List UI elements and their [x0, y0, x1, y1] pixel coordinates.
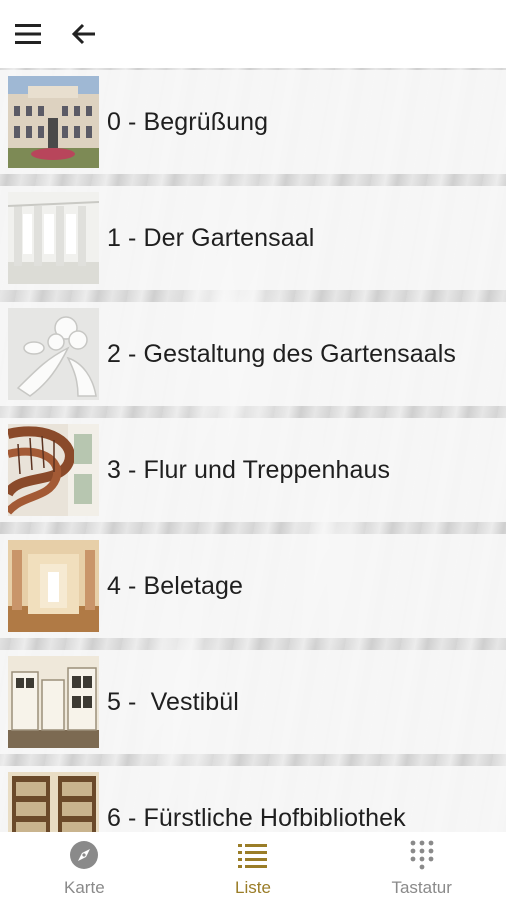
list-item[interactable]: 5 - Vestibül	[0, 650, 506, 754]
thumbnail-stucco-ornament	[8, 308, 99, 400]
thumbnail-white-hall	[8, 192, 99, 284]
thumbnail-library-shelves	[8, 772, 99, 832]
list-item-label: 6 - Fürstliche Hofbibliothek	[107, 803, 406, 832]
list-item-label: 5 - Vestibül	[107, 687, 239, 716]
menu-button[interactable]	[0, 0, 56, 68]
nav-label: Liste	[235, 878, 271, 897]
back-button[interactable]	[56, 0, 112, 68]
nav-label: Karte	[64, 878, 105, 897]
list-item[interactable]: 3 - Flur und Treppenhaus	[0, 418, 506, 522]
dialpad-icon	[410, 840, 434, 870]
list-item[interactable]: 0 - Begrüßung	[0, 70, 506, 174]
arrow-back-icon	[71, 23, 95, 45]
list-item-label: 2 - Gestaltung des Gartensaals	[107, 339, 457, 368]
compass-icon	[70, 841, 99, 869]
list-item-label: 3 - Flur und Treppenhaus	[107, 455, 391, 484]
thumbnail-palace-facade	[8, 76, 99, 168]
thumbnail-vestibule-cabinets	[8, 656, 99, 748]
list-item-label: 0 - Begrüßung	[107, 107, 269, 136]
list-item[interactable]: 4 - Beletage	[0, 534, 506, 638]
list-item-label: 4 - Beletage	[107, 571, 244, 600]
nav-item-liste[interactable]: Liste	[169, 832, 338, 900]
nav-label: Tastatur	[391, 878, 452, 897]
list-item[interactable]: 2 - Gestaltung des Gartensaals	[0, 302, 506, 406]
list-item-label: 1 - Der Gartensaal	[107, 223, 315, 252]
list-item[interactable]: 6 - Fürstliche Hofbibliothek	[0, 766, 506, 832]
list-item[interactable]: 1 - Der Gartensaal	[0, 186, 506, 290]
bottom-navigation: Karte Liste Tastatur	[0, 832, 506, 900]
nav-item-karte[interactable]: Karte	[0, 832, 169, 900]
nav-item-tastatur[interactable]: Tastatur	[337, 832, 506, 900]
thumbnail-spiral-staircase	[8, 424, 99, 516]
thumbnail-enfilade-corridor	[8, 540, 99, 632]
tour-list: 0 - Begrüßung 1 - Der Gartensaal 2 - Ges…	[0, 68, 506, 832]
app-bar	[0, 0, 506, 68]
menu-icon	[15, 24, 41, 44]
list-icon	[238, 844, 267, 868]
